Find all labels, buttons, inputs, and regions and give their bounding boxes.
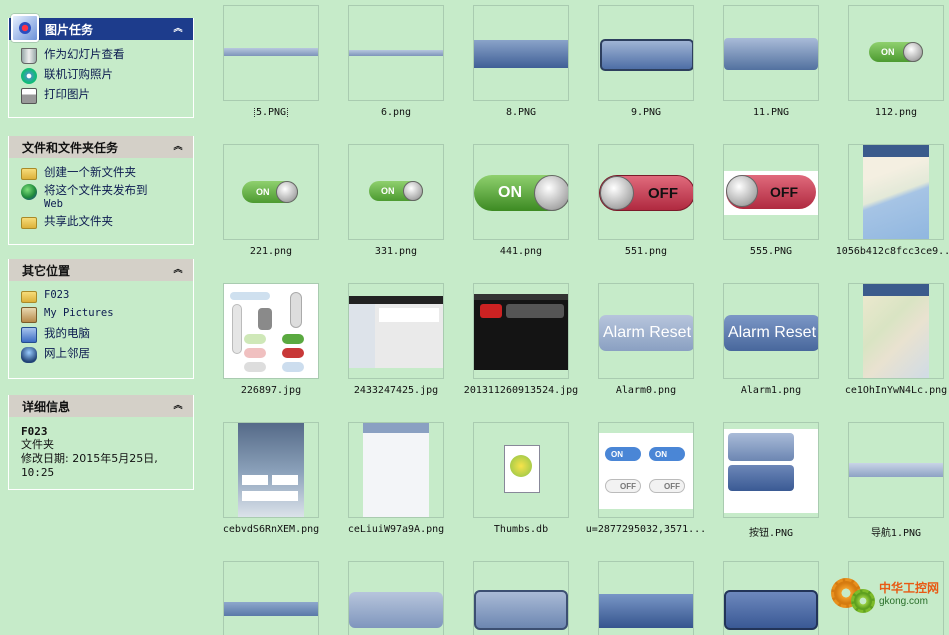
- file-thumbnail[interactable]: ON: [223, 144, 319, 240]
- folder-icon: [21, 291, 37, 303]
- file-name: Alarm0.png: [615, 385, 677, 396]
- file-thumbnail[interactable]: [723, 561, 819, 635]
- file-name: 9.PNG: [630, 107, 662, 118]
- place-my-computer[interactable]: 我的电脑: [21, 327, 185, 343]
- slideshow-icon: [21, 48, 37, 64]
- printer-icon: [21, 88, 37, 104]
- file-thumbnail[interactable]: [598, 561, 694, 635]
- file-name: 221.png: [249, 246, 293, 257]
- picture-tasks-icon: [11, 14, 39, 42]
- file-tasks-title: 文件和文件夹任务: [22, 140, 119, 155]
- file-name: 2433247425.jpg: [353, 385, 439, 396]
- new-folder-icon: [21, 168, 37, 180]
- file-name: Thumbs.db: [493, 524, 549, 535]
- file-name: 11.PNG: [752, 107, 790, 118]
- print-pictures-task[interactable]: 打印图片: [21, 88, 185, 104]
- file-thumbnail[interactable]: [848, 144, 944, 240]
- file-thumbnail[interactable]: [348, 422, 444, 518]
- details-pane: 详细信息 ︽ F023 文件夹 修改日期: 2015年5月25日, 10:25: [8, 395, 194, 490]
- file-thumbnail[interactable]: [223, 561, 319, 635]
- file-thumbnail[interactable]: [223, 422, 319, 518]
- watermark-cn: 中华工控网: [878, 581, 939, 595]
- file-thumbnail[interactable]: [348, 5, 444, 101]
- other-places-pane: 其它位置 ︽ F023 My Pictures 我的电脑 网上邻居: [8, 259, 194, 379]
- file-tasks-header[interactable]: 文件和文件夹任务 ︽: [9, 136, 193, 158]
- file-name: 112.png: [874, 107, 918, 118]
- new-folder-task[interactable]: 创建一个新文件夹: [21, 166, 185, 180]
- computer-icon: [21, 327, 37, 343]
- file-thumbnail[interactable]: OFF: [723, 144, 819, 240]
- share-folder-task[interactable]: 共享此文件夹: [21, 215, 185, 229]
- collapse-icon[interactable]: ︽: [171, 140, 185, 154]
- file-name: 按钮.PNG: [748, 528, 794, 539]
- details-header[interactable]: 详细信息 ︽: [9, 395, 193, 417]
- file-name: u=2877295032,3571...: [585, 524, 707, 535]
- file-thumbnail[interactable]: [473, 5, 569, 101]
- collapse-icon[interactable]: ︽: [171, 399, 185, 413]
- share-folder-icon: [21, 217, 37, 229]
- file-name: ceLiuiW97a9A.png: [347, 524, 445, 535]
- slideshow-task[interactable]: 作为幻灯片查看: [21, 48, 185, 64]
- file-thumbnail[interactable]: Alarm Reset: [598, 283, 694, 379]
- file-thumbnail[interactable]: [473, 561, 569, 635]
- details-time: 10:25: [21, 466, 55, 479]
- file-thumbnail[interactable]: ON: [848, 5, 944, 101]
- gear-icon: [850, 589, 875, 613]
- details-title: 详细信息: [22, 399, 71, 414]
- order-photos-icon: [21, 68, 37, 84]
- file-thumbnail[interactable]: [598, 5, 694, 101]
- file-thumbnail[interactable]: ON ON OFF OFF: [598, 422, 694, 518]
- watermark-en: gkong.com: [878, 596, 928, 607]
- globe-icon: [21, 184, 37, 200]
- other-places-header[interactable]: 其它位置 ︽: [9, 259, 193, 281]
- collapse-icon[interactable]: ︽: [171, 263, 185, 277]
- file-name: 8.PNG: [505, 107, 537, 118]
- file-thumbnail[interactable]: [473, 283, 569, 379]
- network-icon: [21, 347, 37, 363]
- picture-tasks-title: 图片任务: [45, 22, 94, 37]
- order-photos-task[interactable]: 联机订购照片: [21, 68, 185, 84]
- file-name: 551.png: [624, 246, 668, 257]
- file-name: ce1OhInYwN4Lc.png: [844, 385, 948, 396]
- place-f023[interactable]: F023: [21, 289, 185, 303]
- file-name: 331.png: [374, 246, 418, 257]
- file-tasks-pane: 文件和文件夹任务 ︽ 创建一个新文件夹 将这个文件夹发布到 Web 共享此文件夹: [8, 136, 194, 245]
- file-thumbnail[interactable]: [223, 5, 319, 101]
- file-thumbnail[interactable]: [473, 422, 569, 518]
- watermark: 中华工控网 gkong.com: [830, 573, 939, 613]
- publish-web-task[interactable]: 将这个文件夹发布到 Web: [21, 184, 185, 211]
- file-thumbnail[interactable]: [723, 422, 819, 518]
- place-my-pictures[interactable]: My Pictures: [21, 307, 185, 323]
- file-thumbnail[interactable]: ON: [348, 144, 444, 240]
- file-name: 1056b412c8fcc3ce9...: [835, 246, 949, 257]
- file-thumbnail[interactable]: [848, 422, 944, 518]
- file-name: 555.PNG: [749, 246, 793, 257]
- file-thumbnail[interactable]: Alarm Reset: [723, 283, 819, 379]
- file-thumbnail[interactable]: [848, 283, 944, 379]
- file-name: 201311260913524.jpg: [463, 385, 579, 396]
- file-thumbnail[interactable]: [223, 283, 319, 379]
- details-name: F023: [21, 425, 48, 438]
- file-name: 导航1.PNG: [870, 528, 922, 539]
- file-thumbnail[interactable]: [723, 5, 819, 101]
- file-name: Alarm1.png: [740, 385, 802, 396]
- file-name: cebvdS6RnXEM.png: [222, 524, 320, 535]
- file-name: 6.png: [380, 107, 412, 118]
- file-thumbnail[interactable]: OFF: [598, 144, 694, 240]
- other-places-title: 其它位置: [22, 263, 71, 278]
- details-modified: 修改日期: 2015年5月25日,: [21, 452, 158, 465]
- file-thumbnail[interactable]: ON: [473, 144, 569, 240]
- details-type: 文件夹: [21, 438, 54, 451]
- file-name: 5.PNG: [253, 107, 289, 118]
- file-name: 226897.jpg: [240, 385, 302, 396]
- file-thumbnail[interactable]: [348, 283, 444, 379]
- place-network[interactable]: 网上邻居: [21, 347, 185, 363]
- file-thumbnail[interactable]: [348, 561, 444, 635]
- my-pictures-icon: [21, 307, 37, 323]
- file-name: 441.png: [499, 246, 543, 257]
- collapse-icon[interactable]: ︽: [171, 22, 185, 36]
